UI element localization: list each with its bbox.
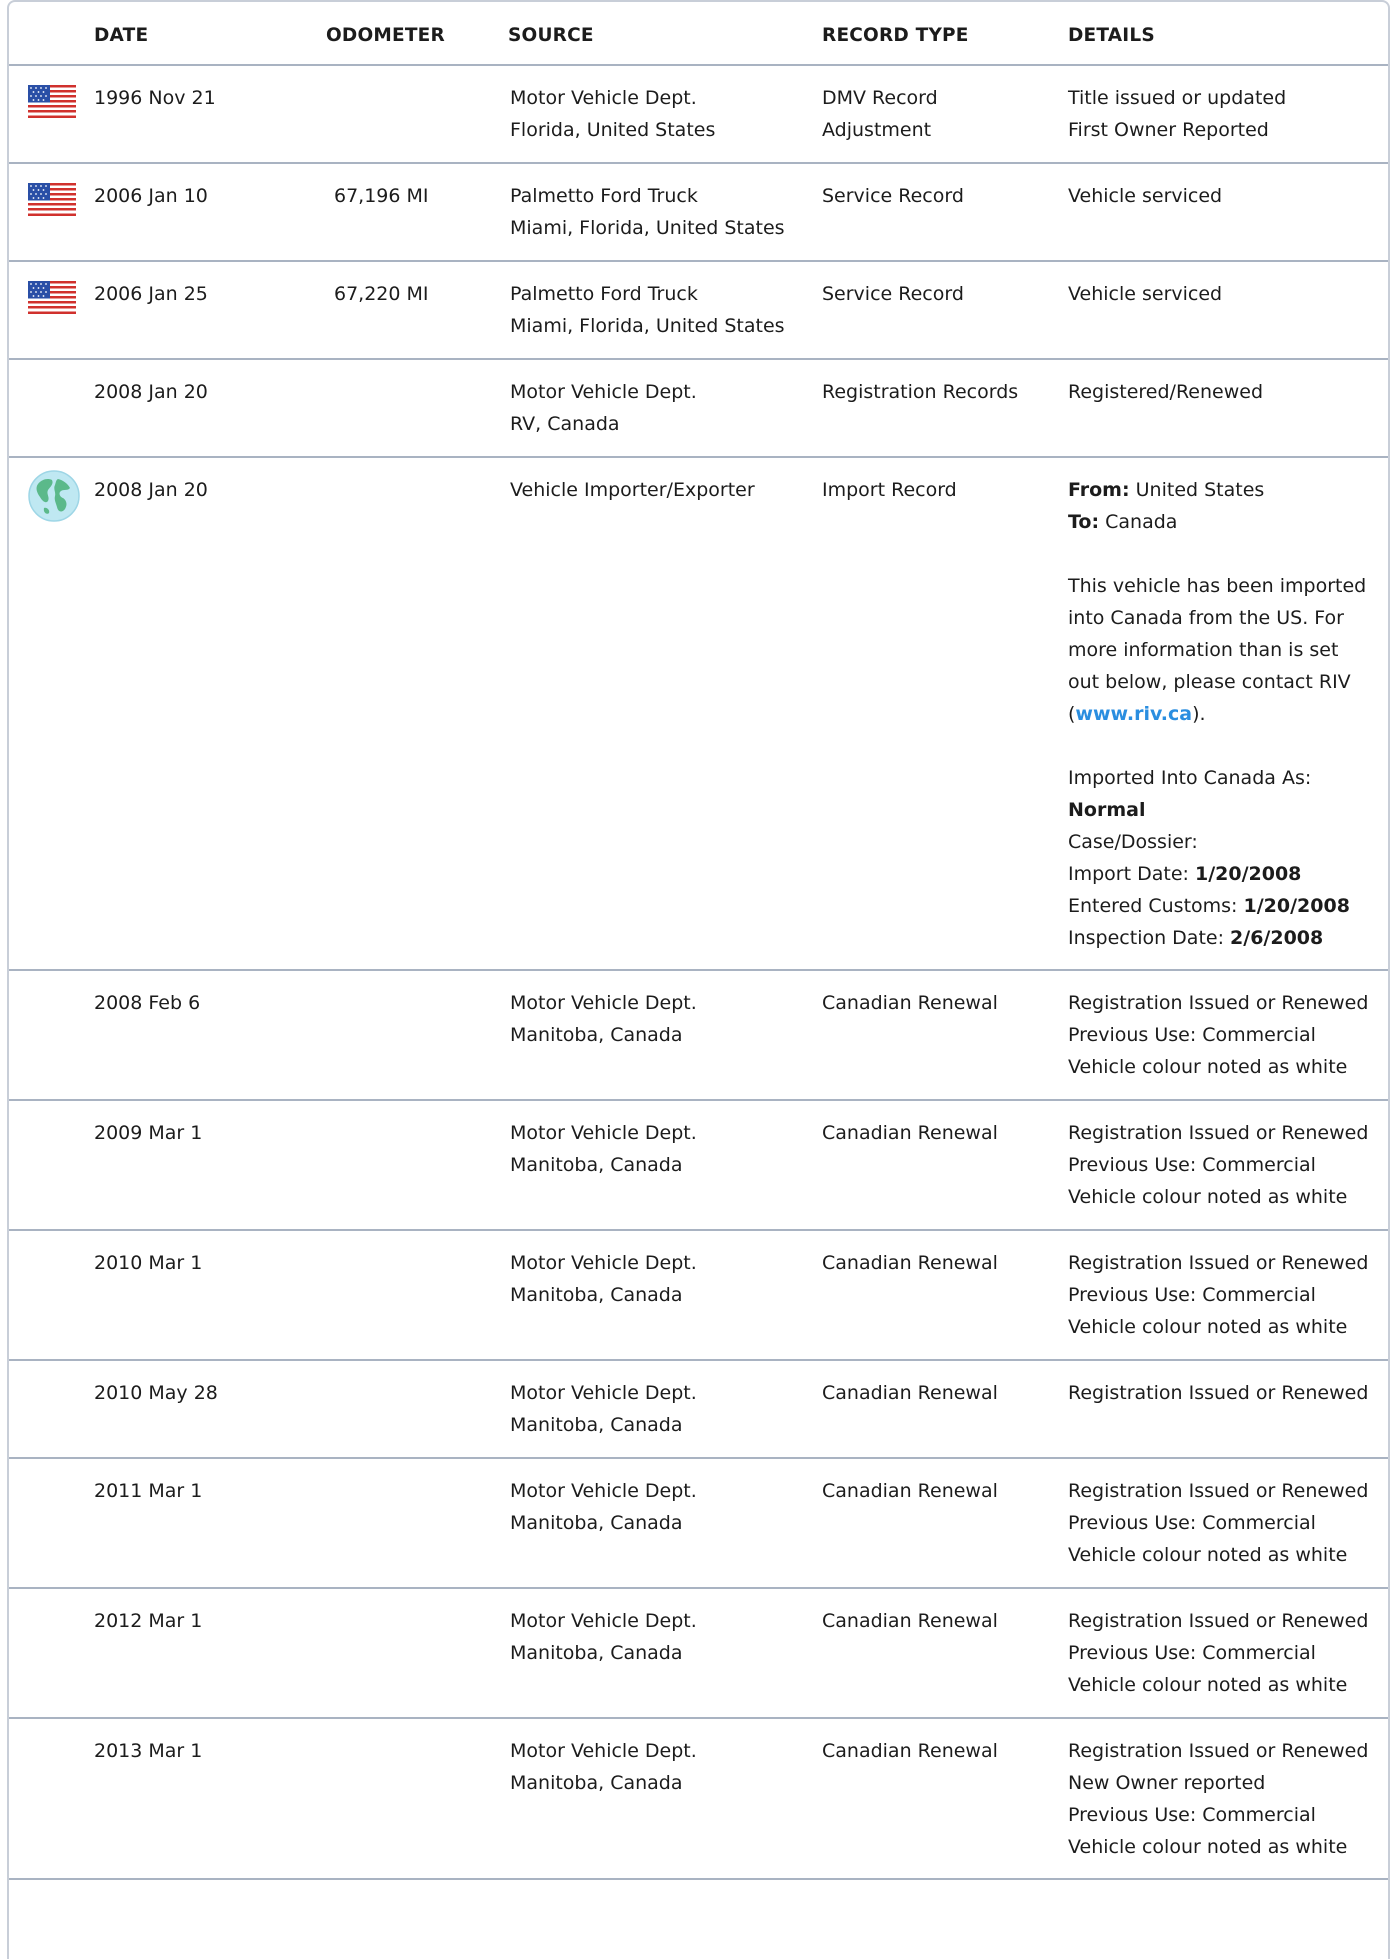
record-odometer: 67,196 MI [334,185,429,207]
table-row: 2010 May 28 Motor Vehicle Dept. Manitoba… [9,1361,1388,1459]
record-type: Canadian Renewal [822,1252,998,1274]
table-row: 2012 Mar 1 Motor Vehicle Dept. Manitoba,… [9,1589,1388,1719]
record-source: Motor Vehicle Dept. Manitoba, Canada [510,992,697,1046]
to-label: To: [1068,511,1100,533]
table-row: 2013 Mar 1 Motor Vehicle Dept. Manitoba,… [9,1719,1388,1880]
riv-link[interactable]: www.riv.ca [1075,703,1192,725]
inspection-value: 2/6/2008 [1230,927,1324,949]
table-row: 2010 Mar 1 Motor Vehicle Dept. Manitoba,… [9,1231,1388,1361]
record-type: Canadian Renewal [822,1480,998,1502]
record-details: Registration Issued or Renewed New Owner… [1068,1740,1369,1858]
record-source: Motor Vehicle Dept. Manitoba, Canada [510,1122,697,1176]
record-details: Registration Issued or Renewed Previous … [1068,1122,1369,1208]
import-paragraph-line: into Canada from the US. For [1068,607,1344,629]
import-date-label: Import Date: [1068,863,1189,885]
from-label: From: [1068,479,1130,501]
record-date: 2011 Mar 1 [94,1480,203,1502]
import-paragraph-line: more information than is set [1068,639,1339,661]
import-paragraph-line: This vehicle has been imported [1068,575,1367,597]
table-row: 2011 Mar 1 Motor Vehicle Dept. Manitoba,… [9,1459,1388,1589]
record-date: 2013 Mar 1 [94,1740,203,1762]
record-date: 2009 Mar 1 [94,1122,203,1144]
record-type: Canadian Renewal [822,1740,998,1762]
record-details: Title issued or updated First Owner Repo… [1068,87,1287,141]
imported-as-label: Imported Into Canada As: [1068,767,1312,789]
table-header: DATE ODOMETER SOURCE RECORD TYPE DETAILS [9,0,1388,66]
record-details: Registration Issued or Renewed Previous … [1068,1252,1369,1338]
record-type: Import Record [822,479,957,501]
record-odometer: 67,220 MI [334,283,429,305]
customs-label: Entered Customs: [1068,895,1238,917]
record-date: 2006 Jan 25 [94,283,208,305]
record-date: 2012 Mar 1 [94,1610,203,1632]
record-source: Motor Vehicle Dept. Manitoba, Canada [510,1610,697,1664]
record-source: Motor Vehicle Dept. RV, Canada [510,381,697,435]
table-row: 2008 Jan 20 Vehicle Importer/Exporter Im… [9,458,1388,971]
record-source: Motor Vehicle Dept. Manitoba, Canada [510,1382,697,1436]
globe-icon [28,470,80,522]
record-source: Palmetto Ford Truck Miami, Florida, Unit… [510,185,785,239]
record-type: Registration Records [822,381,1019,403]
us-flag-icon [28,85,76,118]
record-source: Vehicle Importer/Exporter [510,479,755,501]
record-date: 2010 May 28 [94,1382,218,1404]
record-date: 2006 Jan 10 [94,185,208,207]
us-flag-icon [28,183,76,216]
record-type: Canadian Renewal [822,1122,998,1144]
record-details: Registration Issued or Renewed Previous … [1068,1610,1369,1696]
table-row: 2008 Feb 6 Motor Vehicle Dept. Manitoba,… [9,971,1388,1101]
record-source: Motor Vehicle Dept. Florida, United Stat… [510,87,716,141]
record-details: Registration Issued or Renewed Previous … [1068,1480,1369,1566]
header-date: DATE [94,25,149,46]
import-date-value: 1/20/2008 [1194,863,1302,885]
to-value: Canada [1105,511,1178,533]
record-type: Canadian Renewal [822,1382,998,1404]
record-source: Motor Vehicle Dept. Manitoba, Canada [510,1740,697,1794]
record-type: Service Record [822,185,964,207]
table-row: 2009 Mar 1 Motor Vehicle Dept. Manitoba,… [9,1101,1388,1231]
record-type: Canadian Renewal [822,1610,998,1632]
record-details: Vehicle serviced [1068,283,1223,305]
record-date: 2008 Jan 20 [94,381,208,403]
case-dossier-label: Case/Dossier: [1068,831,1198,853]
record-details: Registration Issued or Renewed Previous … [1068,992,1369,1078]
header-details: DETAILS [1068,25,1155,46]
record-type: DMV Record Adjustment [822,87,938,141]
record-date: 2010 Mar 1 [94,1252,203,1274]
table-row: 2006 Jan 25 67,220 MI Palmetto Ford Truc… [9,262,1388,360]
header-odometer: ODOMETER [326,25,445,46]
record-date: 2008 Jan 20 [94,479,208,501]
us-flag-icon [28,281,76,314]
record-details: Registered/Renewed [1068,381,1264,403]
record-type: Service Record [822,283,964,305]
header-source: SOURCE [508,25,594,46]
import-paragraph-line: out below, please contact RIV [1068,671,1351,693]
record-date: 2008 Feb 6 [94,992,201,1014]
inspection-label: Inspection Date: [1068,927,1224,949]
customs-value: 1/20/2008 [1243,895,1350,917]
table-row: 1996 Nov 21 Motor Vehicle Dept. Florida,… [9,66,1388,164]
record-details: Registration Issued or Renewed [1068,1382,1369,1404]
record-source: Motor Vehicle Dept. Manitoba, Canada [510,1252,697,1306]
record-type: Canadian Renewal [822,992,998,1014]
record-details: From: United States To: Canada This vehi… [1068,479,1367,949]
record-details: Vehicle serviced [1068,185,1223,207]
record-source: Palmetto Ford Truck Miami, Florida, Unit… [510,283,785,337]
record-source: Motor Vehicle Dept. Manitoba, Canada [510,1480,697,1534]
table-row: 2006 Jan 10 67,196 MI Palmetto Ford Truc… [9,164,1388,262]
imported-as-value: Normal [1068,799,1146,821]
record-date: 1996 Nov 21 [94,87,216,109]
header-record-type: RECORD TYPE [822,25,969,46]
table-row: 2008 Jan 20 Motor Vehicle Dept. RV, Cana… [9,360,1388,458]
from-value: United States [1135,479,1265,501]
